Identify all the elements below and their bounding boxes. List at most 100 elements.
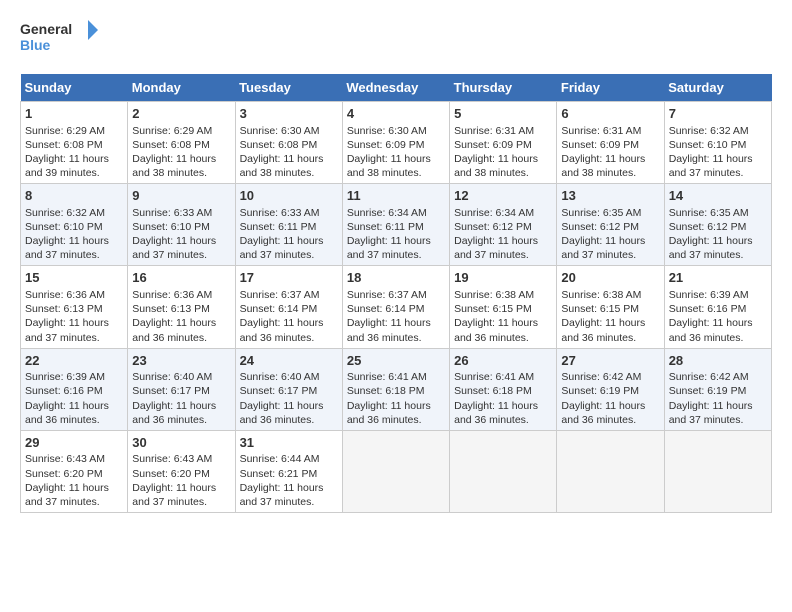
day-number: 28: [669, 352, 767, 370]
sunrise-text: Sunrise: 6:34 AM: [454, 207, 534, 219]
sunset-text: Sunset: 6:13 PM: [132, 303, 210, 315]
calendar-cell: [342, 430, 449, 512]
sunset-text: Sunset: 6:13 PM: [25, 303, 103, 315]
day-of-week-header: Friday: [557, 74, 664, 102]
sunset-text: Sunset: 6:17 PM: [240, 385, 318, 397]
sunset-text: Sunset: 6:14 PM: [347, 303, 425, 315]
calendar-cell: 4 Sunrise: 6:30 AM Sunset: 6:09 PM Dayli…: [342, 102, 449, 184]
daylight-text: Daylight: 11 hours and 37 minutes.: [669, 400, 753, 426]
daylight-text: Daylight: 11 hours and 38 minutes.: [240, 153, 324, 179]
daylight-text: Daylight: 11 hours and 36 minutes.: [25, 400, 109, 426]
calendar-cell: 1 Sunrise: 6:29 AM Sunset: 6:08 PM Dayli…: [21, 102, 128, 184]
day-number: 3: [240, 105, 338, 123]
sunrise-text: Sunrise: 6:37 AM: [347, 289, 427, 301]
sunrise-text: Sunrise: 6:38 AM: [561, 289, 641, 301]
sunset-text: Sunset: 6:15 PM: [561, 303, 639, 315]
daylight-text: Daylight: 11 hours and 36 minutes.: [669, 317, 753, 343]
daylight-text: Daylight: 11 hours and 36 minutes.: [240, 400, 324, 426]
calendar-cell: 19 Sunrise: 6:38 AM Sunset: 6:15 PM Dayl…: [450, 266, 557, 348]
day-number: 29: [25, 434, 123, 452]
daylight-text: Daylight: 11 hours and 36 minutes.: [347, 317, 431, 343]
daylight-text: Daylight: 11 hours and 36 minutes.: [132, 400, 216, 426]
sunset-text: Sunset: 6:19 PM: [561, 385, 639, 397]
sunrise-text: Sunrise: 6:32 AM: [25, 207, 105, 219]
generalblue-logo: General Blue: [20, 18, 100, 62]
day-number: 12: [454, 187, 552, 205]
sunrise-text: Sunrise: 6:35 AM: [561, 207, 641, 219]
calendar-cell: 17 Sunrise: 6:37 AM Sunset: 6:14 PM Dayl…: [235, 266, 342, 348]
sunrise-text: Sunrise: 6:32 AM: [669, 125, 749, 137]
daylight-text: Daylight: 11 hours and 36 minutes.: [454, 400, 538, 426]
calendar-cell: 15 Sunrise: 6:36 AM Sunset: 6:13 PM Dayl…: [21, 266, 128, 348]
sunrise-text: Sunrise: 6:38 AM: [454, 289, 534, 301]
sunset-text: Sunset: 6:20 PM: [132, 468, 210, 480]
daylight-text: Daylight: 11 hours and 38 minutes.: [561, 153, 645, 179]
sunset-text: Sunset: 6:09 PM: [454, 139, 532, 151]
day-number: 31: [240, 434, 338, 452]
sunrise-text: Sunrise: 6:44 AM: [240, 453, 320, 465]
sunrise-text: Sunrise: 6:35 AM: [669, 207, 749, 219]
day-number: 10: [240, 187, 338, 205]
daylight-text: Daylight: 11 hours and 36 minutes.: [347, 400, 431, 426]
calendar-cell: 28 Sunrise: 6:42 AM Sunset: 6:19 PM Dayl…: [664, 348, 771, 430]
sunset-text: Sunset: 6:11 PM: [347, 221, 424, 233]
calendar-cell: 3 Sunrise: 6:30 AM Sunset: 6:08 PM Dayli…: [235, 102, 342, 184]
day-number: 25: [347, 352, 445, 370]
daylight-text: Daylight: 11 hours and 37 minutes.: [347, 235, 431, 261]
day-number: 22: [25, 352, 123, 370]
day-of-week-header: Wednesday: [342, 74, 449, 102]
sunrise-text: Sunrise: 6:33 AM: [240, 207, 320, 219]
calendar-cell: 23 Sunrise: 6:40 AM Sunset: 6:17 PM Dayl…: [128, 348, 235, 430]
sunset-text: Sunset: 6:21 PM: [240, 468, 318, 480]
sunrise-text: Sunrise: 6:40 AM: [132, 371, 212, 383]
calendar-header-row: SundayMondayTuesdayWednesdayThursdayFrid…: [21, 74, 772, 102]
calendar-cell: 24 Sunrise: 6:40 AM Sunset: 6:17 PM Dayl…: [235, 348, 342, 430]
page-container: General Blue SundayMondayTuesdayWednesda…: [0, 0, 792, 523]
sunset-text: Sunset: 6:11 PM: [240, 221, 317, 233]
sunset-text: Sunset: 6:18 PM: [454, 385, 532, 397]
sunrise-text: Sunrise: 6:33 AM: [132, 207, 212, 219]
sunset-text: Sunset: 6:12 PM: [454, 221, 532, 233]
calendar-cell: 7 Sunrise: 6:32 AM Sunset: 6:10 PM Dayli…: [664, 102, 771, 184]
sunrise-text: Sunrise: 6:34 AM: [347, 207, 427, 219]
calendar-cell: [450, 430, 557, 512]
calendar-cell: 25 Sunrise: 6:41 AM Sunset: 6:18 PM Dayl…: [342, 348, 449, 430]
calendar-cell: 13 Sunrise: 6:35 AM Sunset: 6:12 PM Dayl…: [557, 184, 664, 266]
daylight-text: Daylight: 11 hours and 37 minutes.: [132, 235, 216, 261]
sunset-text: Sunset: 6:18 PM: [347, 385, 425, 397]
day-number: 2: [132, 105, 230, 123]
day-of-week-header: Tuesday: [235, 74, 342, 102]
calendar-cell: 31 Sunrise: 6:44 AM Sunset: 6:21 PM Dayl…: [235, 430, 342, 512]
sunrise-text: Sunrise: 6:42 AM: [669, 371, 749, 383]
calendar-cell: 21 Sunrise: 6:39 AM Sunset: 6:16 PM Dayl…: [664, 266, 771, 348]
sunset-text: Sunset: 6:09 PM: [561, 139, 639, 151]
calendar-cell: 6 Sunrise: 6:31 AM Sunset: 6:09 PM Dayli…: [557, 102, 664, 184]
calendar-cell: 22 Sunrise: 6:39 AM Sunset: 6:16 PM Dayl…: [21, 348, 128, 430]
day-number: 4: [347, 105, 445, 123]
sunrise-text: Sunrise: 6:30 AM: [240, 125, 320, 137]
calendar-cell: 26 Sunrise: 6:41 AM Sunset: 6:18 PM Dayl…: [450, 348, 557, 430]
sunset-text: Sunset: 6:08 PM: [240, 139, 318, 151]
calendar-cell: [664, 430, 771, 512]
sunset-text: Sunset: 6:10 PM: [669, 139, 747, 151]
calendar-cell: 30 Sunrise: 6:43 AM Sunset: 6:20 PM Dayl…: [128, 430, 235, 512]
sunset-text: Sunset: 6:15 PM: [454, 303, 532, 315]
daylight-text: Daylight: 11 hours and 36 minutes.: [561, 317, 645, 343]
header: General Blue: [20, 18, 772, 62]
day-of-week-header: Monday: [128, 74, 235, 102]
day-number: 17: [240, 269, 338, 287]
daylight-text: Daylight: 11 hours and 39 minutes.: [25, 153, 109, 179]
daylight-text: Daylight: 11 hours and 37 minutes.: [132, 482, 216, 508]
sunrise-text: Sunrise: 6:39 AM: [669, 289, 749, 301]
calendar-cell: 10 Sunrise: 6:33 AM Sunset: 6:11 PM Dayl…: [235, 184, 342, 266]
calendar-cell: 11 Sunrise: 6:34 AM Sunset: 6:11 PM Dayl…: [342, 184, 449, 266]
sunset-text: Sunset: 6:19 PM: [669, 385, 747, 397]
day-number: 1: [25, 105, 123, 123]
day-number: 5: [454, 105, 552, 123]
sunrise-text: Sunrise: 6:30 AM: [347, 125, 427, 137]
day-number: 7: [669, 105, 767, 123]
calendar-cell: 18 Sunrise: 6:37 AM Sunset: 6:14 PM Dayl…: [342, 266, 449, 348]
day-of-week-header: Saturday: [664, 74, 771, 102]
day-number: 13: [561, 187, 659, 205]
sunrise-text: Sunrise: 6:41 AM: [347, 371, 427, 383]
